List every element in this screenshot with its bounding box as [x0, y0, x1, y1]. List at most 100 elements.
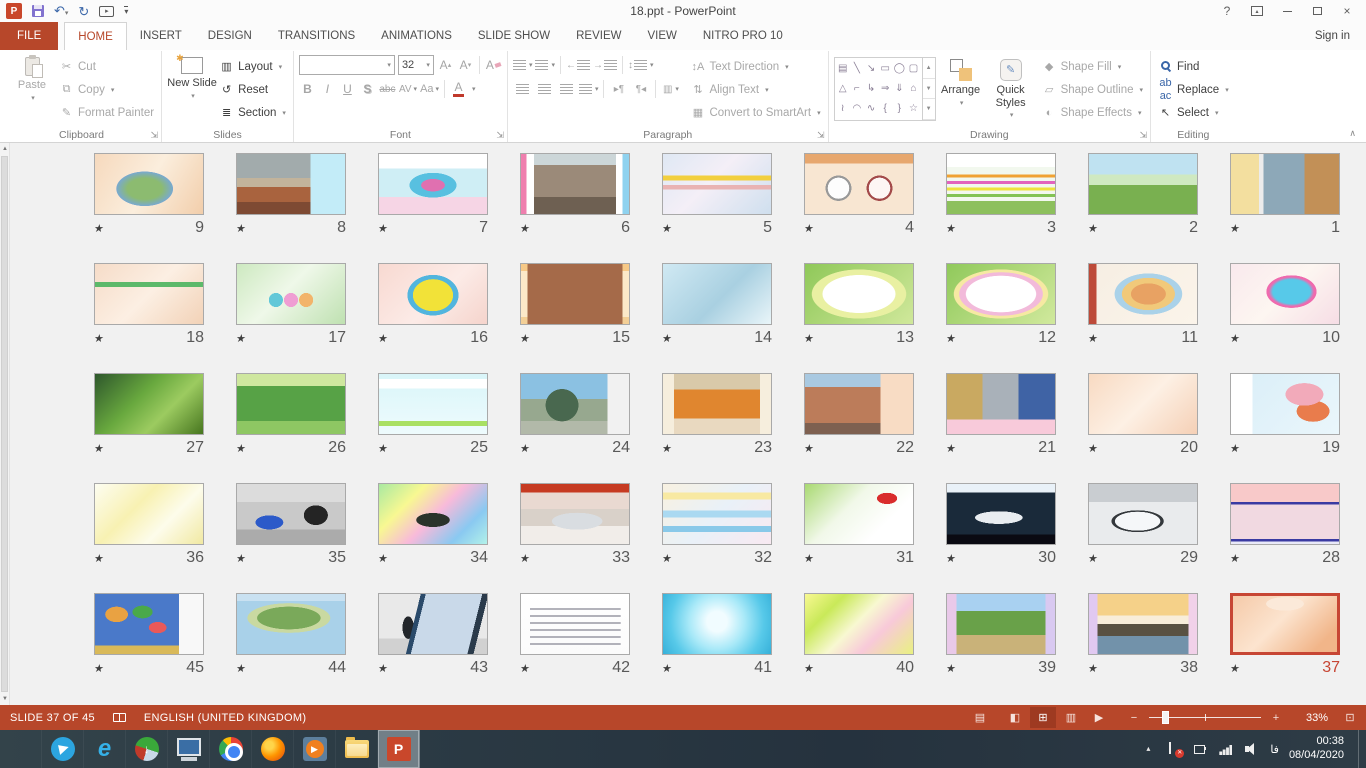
underline-button[interactable]: U	[339, 79, 356, 99]
replace-button[interactable]: abacReplace▾	[1156, 79, 1231, 100]
slide-thumbnail-42[interactable]	[520, 593, 630, 655]
align-right-button[interactable]	[557, 79, 576, 99]
animation-star-icon[interactable]: ★	[235, 222, 247, 235]
slide-thumbnail-17[interactable]	[236, 263, 346, 325]
shape-icon[interactable]: ⌂	[910, 84, 916, 94]
slide-thumbnail-15[interactable]	[520, 263, 630, 325]
slide-thumbnail-18[interactable]	[94, 263, 204, 325]
zoom-slider-knob[interactable]	[1162, 711, 1169, 724]
shape-icon[interactable]: ╲	[854, 64, 860, 74]
layout-button[interactable]: ▥Layout▾	[217, 56, 288, 77]
font-dialog-launcher[interactable]: ⇲	[496, 131, 504, 140]
animation-star-icon[interactable]: ★	[661, 332, 673, 345]
slide-thumbnail-22[interactable]	[804, 373, 914, 435]
new-slide-button[interactable]: New Slide ▾	[167, 53, 217, 127]
animation-star-icon[interactable]: ★	[803, 222, 815, 235]
vertical-scrollbar[interactable]: ▲ ▼	[0, 143, 10, 705]
slide-thumbnail-9[interactable]	[94, 153, 204, 215]
slide-thumbnail-10[interactable]	[1230, 263, 1340, 325]
taskbar-chrome-button[interactable]	[210, 730, 252, 768]
tab-animations[interactable]: ANIMATIONS	[368, 22, 465, 50]
animation-star-icon[interactable]: ★	[1087, 222, 1099, 235]
animation-star-icon[interactable]: ★	[945, 222, 957, 235]
slide-thumbnail-19[interactable]	[1230, 373, 1340, 435]
taskbar-internet-explorer-button[interactable]: e	[84, 730, 126, 768]
taskbar-clock[interactable]: 00:38 08/04/2020	[1289, 735, 1348, 763]
slide-thumbnail-3[interactable]	[946, 153, 1056, 215]
format-painter-button[interactable]: ✎Format Painter	[57, 102, 156, 123]
font-color-button[interactable]: A	[450, 79, 467, 99]
slide-thumbnail-4[interactable]	[804, 153, 914, 215]
slide-thumbnail-12[interactable]	[946, 263, 1056, 325]
align-text-button[interactable]: ⇅Align Text▾	[688, 79, 822, 100]
animation-star-icon[interactable]: ★	[945, 662, 957, 675]
animation-star-icon[interactable]: ★	[235, 442, 247, 455]
action-center-flag-icon[interactable]	[1166, 741, 1182, 757]
network-signal-icon[interactable]	[1218, 741, 1234, 757]
slide-thumbnail-25[interactable]	[378, 373, 488, 435]
slide-thumbnail-7[interactable]	[378, 153, 488, 215]
shape-effects-button[interactable]: ◐Shape Effects▾	[1040, 102, 1145, 123]
slide-thumbnail-16[interactable]	[378, 263, 488, 325]
paste-button[interactable]: Paste ▾	[7, 53, 57, 127]
shape-outline-button[interactable]: ▱Shape Outline▾	[1040, 79, 1145, 100]
shape-icon[interactable]: ▭	[880, 64, 889, 74]
animation-star-icon[interactable]: ★	[93, 662, 105, 675]
animation-star-icon[interactable]: ★	[519, 222, 531, 235]
proofing-icon[interactable]	[113, 713, 126, 722]
decrease-indent-button[interactable]: ←	[566, 55, 590, 75]
change-case-button[interactable]: Aa▾	[420, 79, 439, 99]
slide-thumbnail-5[interactable]	[662, 153, 772, 215]
slide-thumbnail-14[interactable]	[662, 263, 772, 325]
language-indicator[interactable]: ENGLISH (UNITED KINGDOM)	[144, 712, 306, 724]
taskbar-telegram-button[interactable]	[42, 730, 84, 768]
bold-button[interactable]: B	[299, 79, 316, 99]
font-size-combo[interactable]: 32▾	[398, 55, 434, 75]
animation-star-icon[interactable]: ★	[93, 442, 105, 455]
shape-icon[interactable]: }	[898, 104, 901, 114]
shape-icon[interactable]: ⇒	[881, 84, 889, 94]
shape-icon[interactable]: ↘	[867, 64, 875, 74]
slide-thumbnail-8[interactable]	[236, 153, 346, 215]
slide-thumbnail-29[interactable]	[1088, 483, 1198, 545]
animation-star-icon[interactable]: ★	[1229, 442, 1241, 455]
italic-button[interactable]: I	[319, 79, 336, 99]
slide-thumbnail-45[interactable]	[94, 593, 204, 655]
rtl-direction-button[interactable]: ¶◂	[631, 79, 650, 99]
slide-thumbnail-24[interactable]	[520, 373, 630, 435]
paragraph-dialog-launcher[interactable]: ⇲	[817, 131, 825, 140]
animation-star-icon[interactable]: ★	[1229, 662, 1241, 675]
slide-thumbnail-32[interactable]	[662, 483, 772, 545]
fit-to-window-button[interactable]: ⊡	[1342, 711, 1358, 724]
show-desktop-button[interactable]	[1358, 730, 1364, 768]
slide-thumbnail-44[interactable]	[236, 593, 346, 655]
animation-star-icon[interactable]: ★	[803, 332, 815, 345]
slide-thumbnail-43[interactable]	[378, 593, 488, 655]
restore-button[interactable]	[1302, 0, 1332, 22]
taskbar-idm-button[interactable]: ↓	[126, 730, 168, 768]
select-button[interactable]: ↖Select▾	[1156, 102, 1231, 123]
animation-star-icon[interactable]: ★	[377, 332, 389, 345]
animation-star-icon[interactable]: ★	[519, 442, 531, 455]
animation-star-icon[interactable]: ★	[377, 222, 389, 235]
tab-design[interactable]: DESIGN	[195, 22, 265, 50]
taskbar-kmplayer-button[interactable]: ▶	[294, 730, 336, 768]
start-from-beginning-icon[interactable]: ▸	[99, 6, 114, 17]
tab-view[interactable]: VIEW	[634, 22, 689, 50]
ribbon-display-options-button[interactable]: ▴	[1242, 0, 1272, 22]
tab-transitions[interactable]: TRANSITIONS	[265, 22, 368, 50]
slide-thumbnail-31[interactable]	[804, 483, 914, 545]
animation-star-icon[interactable]: ★	[235, 552, 247, 565]
taskbar-firefox-button[interactable]	[252, 730, 294, 768]
slide-sorter-view-button[interactable]: ⊞	[1030, 707, 1056, 728]
shape-icon[interactable]: ▤	[838, 64, 847, 74]
drawing-dialog-launcher[interactable]: ⇲	[1139, 131, 1147, 140]
shape-icon[interactable]: ◠	[852, 104, 861, 114]
animation-star-icon[interactable]: ★	[93, 222, 105, 235]
animation-star-icon[interactable]: ★	[93, 552, 105, 565]
slide-thumbnail-35[interactable]	[236, 483, 346, 545]
font-name-combo[interactable]: ▾	[299, 55, 395, 75]
animation-star-icon[interactable]: ★	[93, 332, 105, 345]
clear-formatting-button[interactable]: A	[485, 55, 502, 75]
line-spacing-button[interactable]: ↕▾	[628, 55, 654, 75]
